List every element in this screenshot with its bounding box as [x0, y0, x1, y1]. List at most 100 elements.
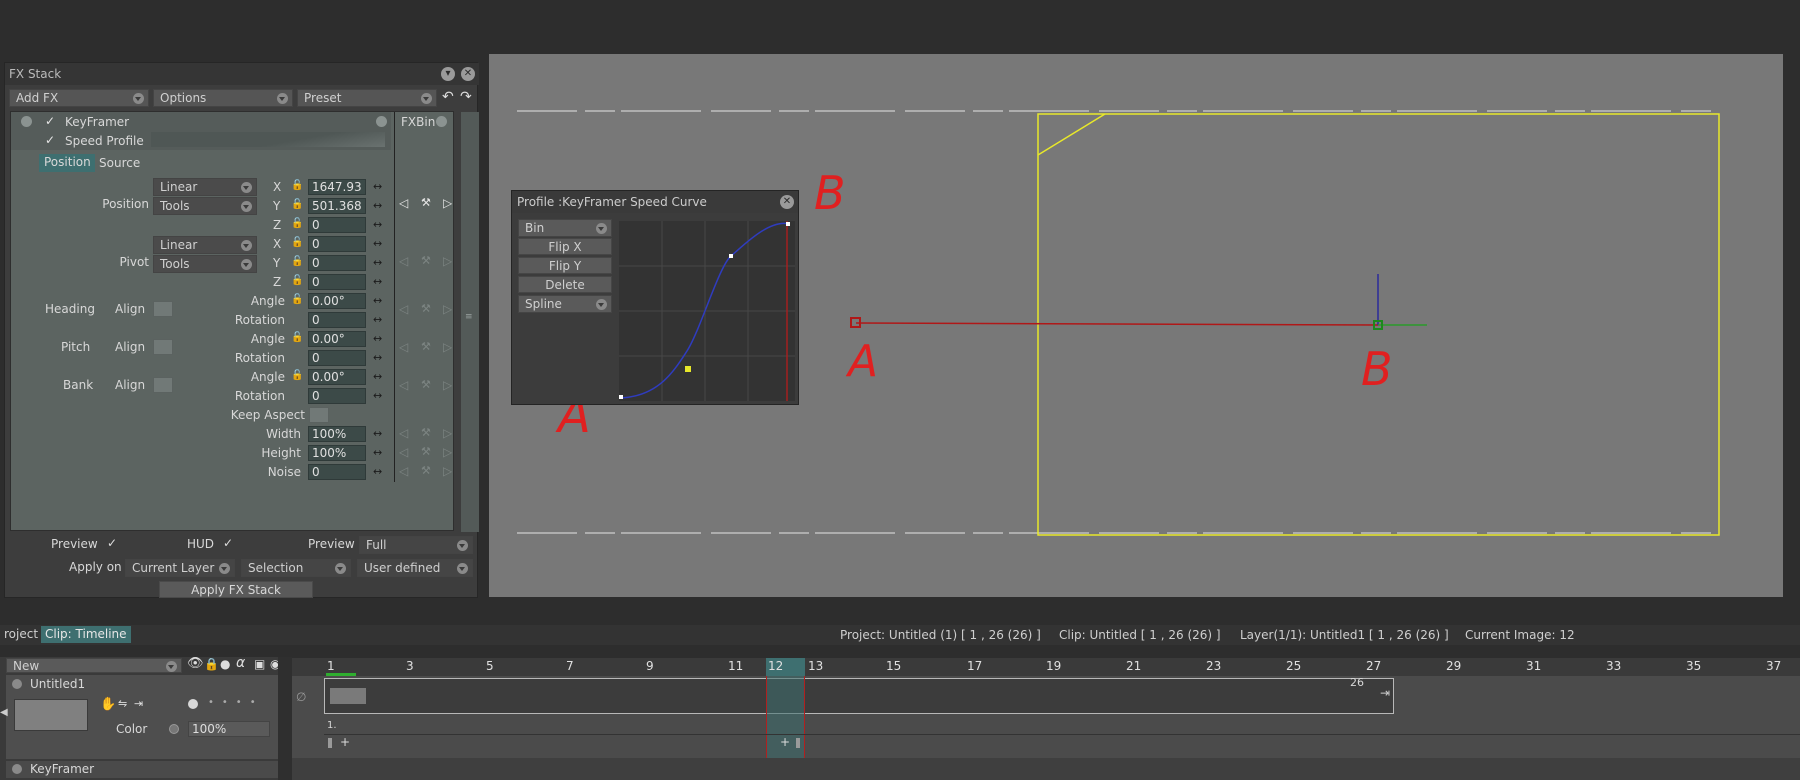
tab-clip-timeline[interactable]: Clip: Timeline	[41, 626, 131, 643]
apply-on-dropdown[interactable]: Current Layer	[125, 559, 235, 577]
drag-arrows-icon[interactable]: ↔	[373, 237, 382, 250]
dots-icon[interactable]: ••••	[208, 697, 264, 708]
prev-key-icon[interactable]: ◁	[399, 340, 408, 354]
next-key-icon[interactable]: ▷	[443, 254, 452, 268]
prev-key-icon[interactable]: ◁	[399, 302, 408, 316]
timeline-ruler[interactable]: 1 3 5 7 9 11 12 13 15 17 19 21 23 25 27 …	[292, 658, 1800, 676]
scroll-handle-icon[interactable]: ≡	[465, 312, 473, 322]
drag-arrows-icon[interactable]: ↔	[373, 446, 382, 459]
user-defined-dropdown[interactable]: User defined	[357, 559, 473, 577]
checkmark-icon[interactable]: ✓	[45, 133, 55, 147]
key-tool-icon[interactable]: ⚒	[421, 445, 431, 458]
lock-icon[interactable]: 🔓	[291, 294, 303, 305]
height-input[interactable]: 100%	[308, 445, 366, 461]
noise-input[interactable]: 0	[308, 464, 366, 480]
eye-icon[interactable]: 👁	[187, 656, 204, 671]
tab-position[interactable]: Position	[39, 154, 95, 172]
hud-checkmark-icon[interactable]: ✓	[223, 536, 233, 550]
chevron-down-icon[interactable]	[436, 116, 447, 127]
next-key-icon[interactable]: ▷	[443, 196, 452, 210]
flip-x-button[interactable]: Flip X	[518, 238, 612, 255]
drag-arrows-icon[interactable]: ↔	[373, 351, 382, 364]
heading-rotation-input[interactable]: 0	[308, 312, 366, 328]
drag-arrows-icon[interactable]: ↔	[373, 370, 382, 383]
minimize-icon[interactable]: ▾	[441, 67, 455, 81]
drag-arrows-icon[interactable]: ↔	[373, 218, 382, 231]
collapse-icon[interactable]	[12, 764, 22, 774]
collapse-icon[interactable]	[21, 116, 32, 127]
pitch-rotation-input[interactable]: 0	[308, 350, 366, 366]
prev-key-icon[interactable]: ◁	[399, 464, 408, 478]
add-fx-dropdown[interactable]: Add FX	[9, 89, 149, 107]
drag-arrows-icon[interactable]: ↔	[373, 332, 382, 345]
prev-key-icon[interactable]: ◁	[399, 378, 408, 392]
next-key-icon[interactable]: ▷	[443, 464, 452, 478]
opacity-input[interactable]: 100%	[188, 721, 270, 737]
key-marker[interactable]	[328, 738, 332, 748]
lock-icon[interactable]: 🔓	[291, 199, 303, 210]
lock-icon[interactable]: 🔓	[291, 275, 303, 286]
next-key-icon[interactable]: ▷	[443, 340, 452, 354]
add-key-icon[interactable]: +	[780, 735, 790, 749]
flip-y-button[interactable]: Flip Y	[518, 257, 612, 274]
heading-angle-input[interactable]: 0.00°	[308, 293, 366, 309]
layer-thumbnail[interactable]	[14, 699, 88, 731]
timeline-tracks[interactable]: ∅ 26 ⇥ 1. + +	[292, 676, 1800, 780]
drag-arrows-icon[interactable]: ↔	[373, 389, 382, 402]
options-dropdown[interactable]: Options	[153, 89, 293, 107]
pivot-z-input[interactable]: 0	[308, 274, 366, 290]
transition-icon[interactable]: ⇥	[134, 697, 143, 710]
tab-source[interactable]: Source	[99, 156, 140, 170]
apply-fx-stack-button[interactable]: Apply FX Stack	[159, 581, 313, 598]
selection-dropdown[interactable]: Selection	[241, 559, 351, 577]
chevron-down-icon[interactable]	[376, 116, 387, 127]
preview-checkmark-icon[interactable]: ✓	[107, 536, 117, 550]
alpha-icon[interactable]: α	[236, 655, 245, 671]
prev-key-icon[interactable]: ◁	[399, 426, 408, 440]
pitch-angle-input[interactable]: 0.00°	[308, 331, 366, 347]
collapse-icon[interactable]	[12, 679, 22, 689]
position-tools-dropdown[interactable]: Tools	[153, 197, 257, 215]
clip-bar[interactable]	[324, 678, 1394, 714]
blend-icon[interactable]: ⇋	[118, 697, 127, 710]
redo-icon[interactable]: ↷	[460, 89, 472, 105]
position-x-input[interactable]: 1647.93	[308, 179, 366, 195]
drag-arrows-icon[interactable]: ↔	[373, 465, 382, 478]
light-icon[interactable]: ●	[220, 657, 230, 671]
drag-arrows-icon[interactable]: ↔	[373, 275, 382, 288]
fx-scrollbar[interactable]	[461, 112, 479, 532]
checkmark-icon[interactable]: ✓	[45, 114, 55, 128]
keep-aspect-checkbox[interactable]	[309, 407, 329, 423]
bank-align-checkbox[interactable]	[153, 377, 173, 393]
matte-icon[interactable]: ▣	[254, 657, 265, 671]
heading-align-checkbox[interactable]	[153, 301, 173, 317]
lock-icon[interactable]: 🔓	[291, 218, 303, 229]
pivot-y-input[interactable]: 0	[308, 255, 366, 271]
pivot-mode-dropdown[interactable]: Linear	[153, 236, 257, 254]
spline-dropdown[interactable]: Spline	[518, 295, 612, 313]
lock-icon[interactable]: 🔒	[204, 657, 219, 671]
lock-icon[interactable]: 🔓	[291, 180, 303, 191]
key-marker[interactable]	[796, 738, 800, 748]
drag-arrows-icon[interactable]: ↔	[373, 180, 382, 193]
hand-icon[interactable]: ✋	[100, 697, 116, 712]
preview-mode-dropdown[interactable]: Full	[359, 536, 473, 554]
close-icon[interactable]: ✕	[780, 195, 794, 209]
bank-angle-input[interactable]: 0.00°	[308, 369, 366, 385]
prev-key-icon[interactable]: ◁	[399, 445, 408, 459]
width-input[interactable]: 100%	[308, 426, 366, 442]
new-layer-dropdown[interactable]: New	[6, 658, 182, 673]
minus-icon[interactable]	[169, 724, 179, 734]
drag-arrows-icon[interactable]: ↔	[373, 256, 382, 269]
timeline-splitter[interactable]	[278, 657, 292, 780]
key-tool-icon[interactable]: ⚒	[421, 254, 431, 267]
drag-arrows-icon[interactable]: ↔	[373, 427, 382, 440]
next-key-icon[interactable]: ▷	[443, 302, 452, 316]
lock-icon[interactable]: 🔓	[291, 332, 303, 343]
empty-slot-icon[interactable]: ∅	[296, 690, 306, 704]
lock-icon[interactable]: 🔓	[291, 370, 303, 381]
preset-dropdown[interactable]: Preset	[297, 89, 437, 107]
add-key-icon[interactable]: +	[340, 735, 350, 749]
pivot-x-input[interactable]: 0	[308, 236, 366, 252]
pitch-align-checkbox[interactable]	[153, 339, 173, 355]
